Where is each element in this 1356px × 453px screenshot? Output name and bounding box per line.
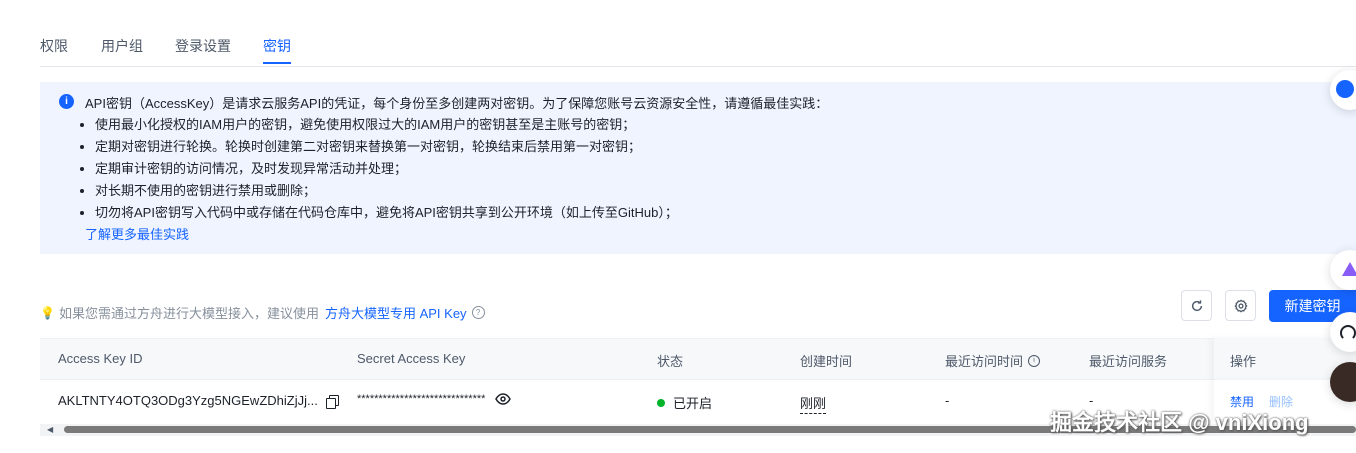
info-title: API密钥（AccessKey）是请求云服务API的凭证，每个身份至多创建两对密… <box>85 96 829 111</box>
gear-icon <box>1233 298 1248 313</box>
created-cell: 刚刚 <box>800 393 827 414</box>
refresh-icon <box>1191 299 1202 311</box>
active-tab-indicator <box>263 62 291 64</box>
column-header-last-access: 最近访问时间 i <box>945 351 1041 370</box>
assistant-icon <box>1336 80 1354 98</box>
learn-more-link[interactable]: 了解更多最佳实践 <box>85 224 189 243</box>
list-item: 定期审计密钥的访问情况，及时发现异常活动并处理； <box>40 158 678 180</box>
status-cell: 已开启 <box>657 393 712 412</box>
list-item: 切勿将API密钥写入代码中或存储在代码仓库中，避免将API密钥共享到公开环境（如… <box>40 202 678 224</box>
tab-bar: 权限 用户组 登录设置 密钥 <box>40 0 1356 67</box>
eye-icon[interactable] <box>495 393 512 405</box>
hint-text: 如果您需通过方舟进行大模型接入，建议使用 <box>58 306 319 321</box>
info-banner: i API密钥（AccessKey）是请求云服务API的凭证，每个身份至多创建两… <box>40 82 1356 254</box>
access-key-id: AKLTNTY4OTQ3ODg3Yzg5NGEwZDhiZjJj... <box>58 393 318 408</box>
column-header-status: 状态 <box>657 354 684 369</box>
tab-user-groups[interactable]: 用户组 <box>101 36 143 56</box>
copy-icon[interactable] <box>325 394 339 409</box>
help-icon[interactable]: ? <box>471 306 485 319</box>
column-header-last-access-label: 最近访问时间 <box>945 354 1024 369</box>
headset-icon <box>1340 325 1356 341</box>
access-key-id-cell: AKLTNTY4OTQ3ODg3Yzg5NGEwZDhiZjJj... <box>58 393 339 409</box>
status-dot <box>657 398 665 407</box>
watermark: 掘金技术社区 @ vniXiong <box>1050 410 1309 435</box>
list-item: 使用最小化授权的IAM用户的密钥，避免使用权限过大的IAM用户的密钥甚至是主账号… <box>40 114 678 136</box>
column-header-created: 创建时间 <box>800 354 853 369</box>
tab-keys[interactable]: 密钥 <box>263 36 291 56</box>
ark-api-key-link[interactable]: 方舟大模型专用 API Key <box>325 303 467 322</box>
column-header-actions: 操作 <box>1230 354 1257 369</box>
float-ai-button[interactable] <box>1330 250 1356 290</box>
ai-icon <box>1342 262 1356 276</box>
column-header-last-service: 最近访问服务 <box>1089 354 1168 369</box>
info-icon: i <box>59 94 74 109</box>
info-icon[interactable]: i <box>1028 354 1041 367</box>
best-practice-list: 使用最小化授权的IAM用户的密钥，避免使用权限过大的IAM用户的密钥甚至是主账号… <box>40 114 678 224</box>
scroll-left-arrow-icon[interactable]: ◀ <box>47 425 53 434</box>
created-time[interactable]: 刚刚 <box>800 393 827 414</box>
refresh-button[interactable] <box>1181 290 1212 321</box>
secret-cell: ****************************** <box>357 393 512 405</box>
ark-hint: 💡 如果您需通过方舟进行大模型接入，建议使用 方舟大模型专用 API Key ? <box>40 303 485 322</box>
column-header-access-key-id: Access Key ID <box>58 351 143 366</box>
tab-login-settings[interactable]: 登录设置 <box>175 36 231 56</box>
status-badge: 已开启 <box>673 396 713 411</box>
column-header-secret: Secret Access Key <box>357 351 466 366</box>
list-item: 定期对密钥进行轮换。轮换时创建第二对密钥来替换第一对密钥，轮换结束后禁用第一对密… <box>40 136 678 158</box>
tab-permissions[interactable]: 权限 <box>40 36 68 56</box>
lightbulb-icon: 💡 <box>40 305 55 320</box>
settings-button[interactable] <box>1225 290 1256 321</box>
table-header: Access Key ID Secret Access Key 状态 创建时间 … <box>40 338 1356 380</box>
list-item: 对长期不使用的密钥进行禁用或删除； <box>40 180 678 202</box>
secret-value: ****************************** <box>357 393 486 405</box>
last-access-cell: - <box>945 393 950 408</box>
